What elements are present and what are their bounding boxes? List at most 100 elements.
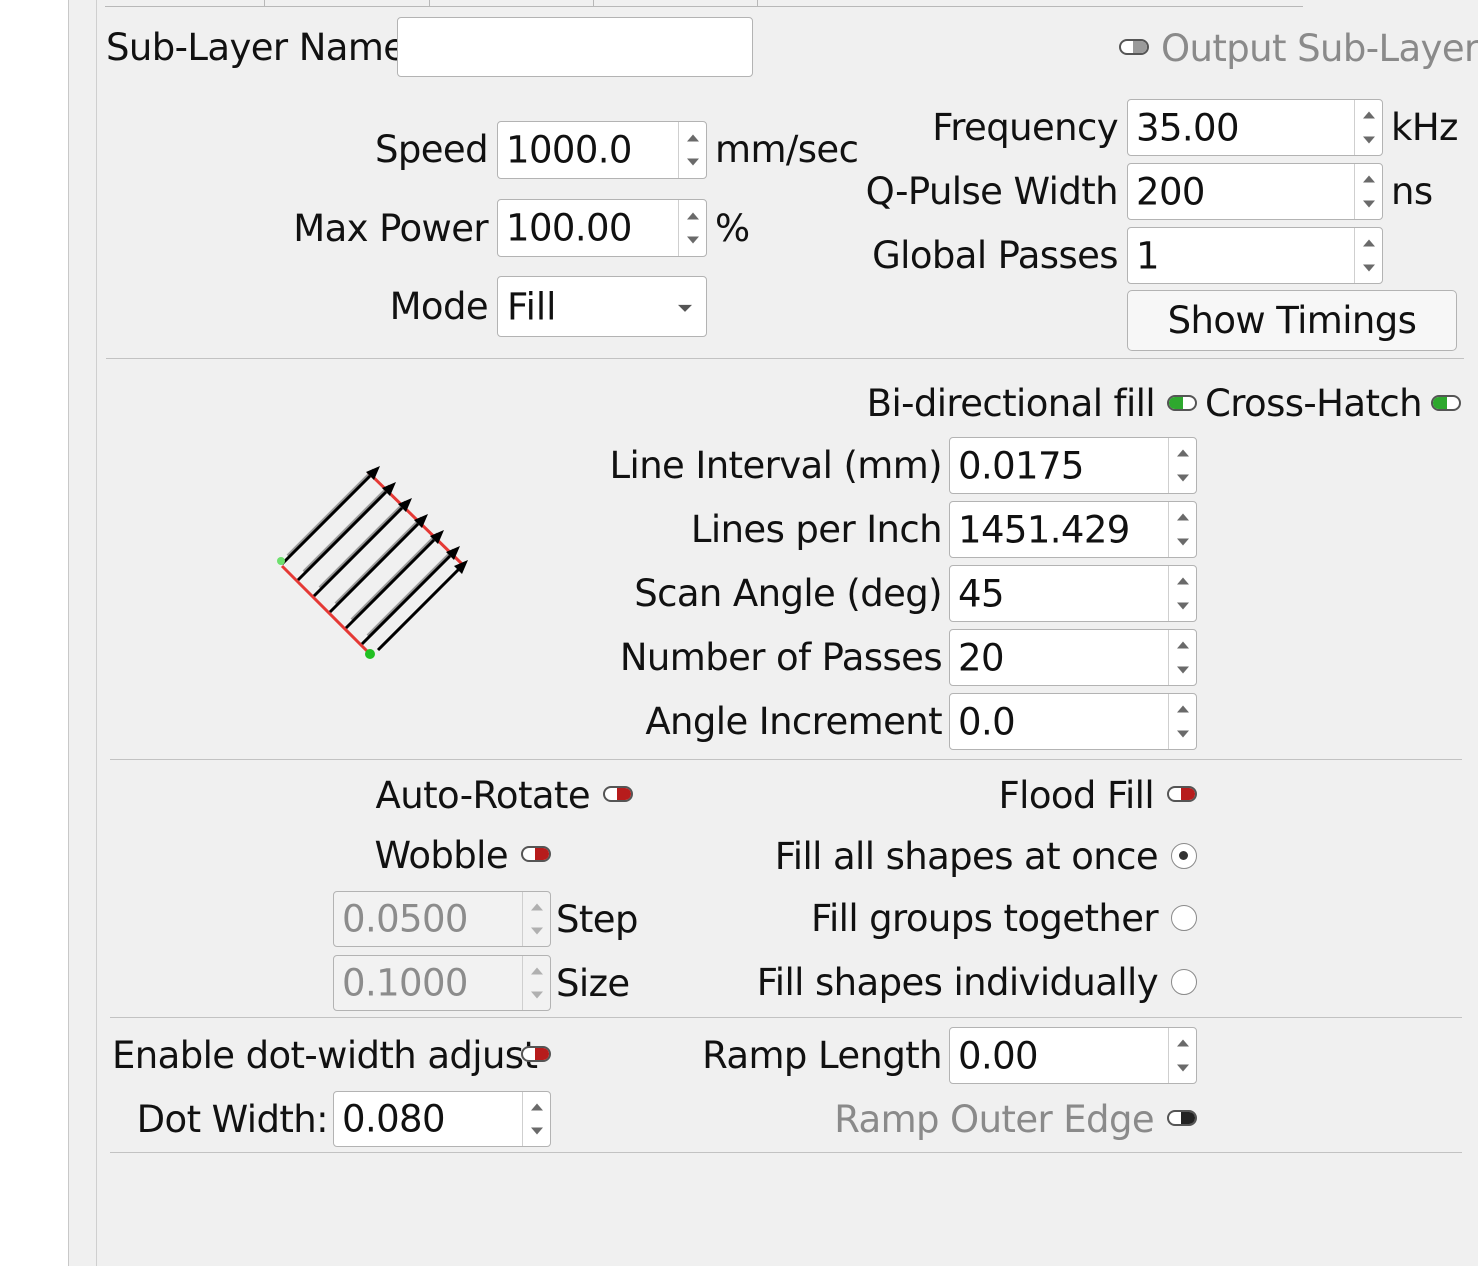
speed-unit: mm/sec (715, 128, 859, 171)
speed-label: Speed (375, 128, 489, 171)
wobble-label: Wobble (374, 834, 509, 877)
max-power-value: 100.00 (506, 206, 632, 250)
divider-1 (106, 358, 1464, 359)
fill-shapes-individually-radio[interactable] (1171, 969, 1197, 995)
lines-per-inch-stepper-arrows[interactable] (1168, 502, 1196, 557)
frequency-unit: kHz (1391, 106, 1458, 149)
preview-gray-guides (286, 468, 456, 638)
wobble-size-label: Size (556, 962, 630, 1005)
chevron-down-icon (678, 304, 692, 312)
sublayer-name-label: Sub-Layer Name (106, 26, 406, 69)
mode-label: Mode (389, 285, 489, 328)
line-interval-value: 0.0175 (958, 444, 1084, 487)
line-interval-label: Line Interval (mm) (609, 444, 943, 487)
q-pulse-width-unit: ns (1391, 170, 1433, 213)
global-passes-value: 1 (1136, 234, 1160, 277)
show-timings-button[interactable]: Show Timings (1127, 290, 1457, 351)
mode-dropdown[interactable]: Fill (497, 276, 707, 337)
speed-spinbox[interactable]: 1000.0 (497, 121, 707, 179)
line-interval-spinbox[interactable]: 0.0175 (949, 437, 1197, 494)
enable-dot-width-toggle[interactable] (521, 1046, 551, 1062)
lines-per-inch-label: Lines per Inch (690, 508, 943, 551)
cross-hatch-label: Cross-Hatch (1205, 382, 1423, 425)
frequency-spinbox[interactable]: 35.00 (1127, 99, 1383, 156)
global-passes-spinbox[interactable]: 1 (1127, 227, 1383, 284)
tab-1[interactable] (105, 0, 265, 6)
preview-start-point-2 (277, 557, 285, 565)
lines-per-inch-spinbox[interactable]: 1451.429 (949, 501, 1197, 558)
sublayer-name-input[interactable] (397, 17, 753, 77)
pane-divider (68, 0, 69, 1266)
enable-dot-width-label: Enable dot-width adjust (112, 1034, 538, 1077)
q-pulse-width-spinbox[interactable]: 200 (1127, 163, 1383, 220)
frequency-label: Frequency (932, 106, 1118, 149)
ramp-length-spinbox[interactable]: 0.00 (949, 1027, 1197, 1084)
wobble-size-stepper-arrows[interactable] (522, 956, 550, 1010)
dot-width-spinbox[interactable]: 0.080 (333, 1091, 551, 1147)
auto-rotate-toggle[interactable] (603, 786, 633, 802)
divider-3 (110, 1017, 1462, 1018)
flood-fill-toggle[interactable] (1167, 786, 1197, 802)
cross-hatch-toggle[interactable] (1431, 395, 1461, 411)
dot-width-value: 0.080 (342, 1097, 446, 1141)
max-power-unit: % (715, 207, 750, 250)
fill-groups-together-radio[interactable] (1171, 905, 1197, 931)
mode-value: Fill (507, 285, 557, 328)
speed-stepper-arrows[interactable] (678, 122, 706, 178)
preview-outline (280, 470, 464, 654)
scan-angle-spinbox[interactable]: 45 (949, 565, 1197, 622)
wobble-size-value: 0.1000 (342, 961, 468, 1005)
wobble-size-spinbox[interactable]: 0.1000 (333, 955, 551, 1011)
max-power-spinbox[interactable]: 100.00 (497, 199, 707, 257)
auto-rotate-label: Auto-Rotate (375, 774, 591, 817)
wobble-toggle[interactable] (521, 846, 551, 862)
speed-value: 1000.0 (506, 128, 632, 172)
ramp-length-stepper-arrows[interactable] (1168, 1028, 1196, 1083)
max-power-label: Max Power (293, 207, 488, 250)
tab-3[interactable] (429, 0, 594, 6)
angle-increment-value: 0.0 (958, 700, 1016, 743)
preview-start-point (365, 649, 375, 659)
divider-4 (110, 1152, 1462, 1153)
q-pulse-width-stepper-arrows[interactable] (1354, 164, 1382, 219)
bidirectional-fill-label: Bi-directional fill (866, 382, 1156, 425)
scan-angle-stepper-arrows[interactable] (1168, 566, 1196, 621)
ramp-outer-edge-label: Ramp Outer Edge (834, 1098, 1154, 1141)
panel-left-border (96, 0, 97, 1266)
left-pane-background (0, 0, 68, 1266)
wobble-step-stepper-arrows[interactable] (522, 892, 550, 946)
ramp-length-value: 0.00 (958, 1034, 1039, 1077)
output-sublayer-label: Output Sub-Layer (1161, 27, 1478, 70)
scan-angle-label: Scan Angle (deg) (634, 572, 942, 615)
dot-width-label: Dot Width: (136, 1098, 329, 1141)
dot-width-stepper-arrows[interactable] (522, 1092, 550, 1146)
bidirectional-fill-toggle[interactable] (1167, 395, 1197, 411)
global-passes-stepper-arrows[interactable] (1354, 228, 1382, 283)
number-of-passes-stepper-arrows[interactable] (1168, 630, 1196, 685)
q-pulse-width-value: 200 (1136, 170, 1205, 213)
fill-all-shapes-label: Fill all shapes at once (774, 835, 1159, 878)
fill-groups-together-label: Fill groups together (810, 897, 1159, 940)
lines-per-inch-value: 1451.429 (958, 508, 1130, 551)
number-of-passes-spinbox[interactable]: 20 (949, 629, 1197, 686)
angle-increment-stepper-arrows[interactable] (1168, 694, 1196, 749)
line-interval-stepper-arrows[interactable] (1168, 438, 1196, 493)
max-power-stepper-arrows[interactable] (678, 200, 706, 256)
frequency-value: 35.00 (1136, 106, 1240, 149)
angle-increment-spinbox[interactable]: 0.0 (949, 693, 1197, 750)
wobble-step-label: Step (556, 898, 638, 941)
ramp-length-label: Ramp Length (702, 1034, 942, 1077)
tab-2[interactable] (264, 0, 430, 6)
divider-2 (110, 759, 1462, 760)
tab-4[interactable] (593, 0, 758, 6)
scan-angle-value: 45 (958, 572, 1004, 615)
frequency-stepper-arrows[interactable] (1354, 100, 1382, 155)
wobble-step-value: 0.0500 (342, 897, 468, 941)
ramp-outer-edge-toggle[interactable] (1167, 1110, 1197, 1126)
output-sublayer-toggle[interactable] (1119, 39, 1149, 55)
wobble-step-spinbox[interactable]: 0.0500 (333, 891, 551, 947)
sublayer-tab-strip (105, 0, 1303, 7)
fill-all-shapes-radio[interactable] (1171, 843, 1197, 869)
fill-shapes-individually-label: Fill shapes individually (756, 961, 1159, 1004)
global-passes-label: Global Passes (872, 234, 1119, 277)
